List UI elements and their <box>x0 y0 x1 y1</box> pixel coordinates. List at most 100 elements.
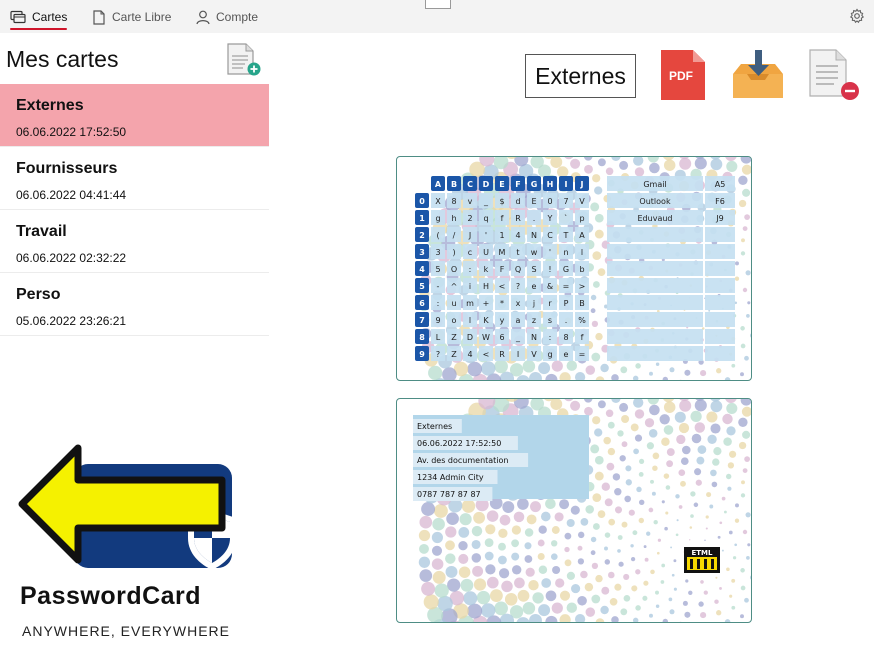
logo-tagline: ANYWHERE, EVERYWHERE <box>22 623 230 639</box>
pdf-label: PDF <box>669 69 693 83</box>
gear-icon[interactable] <box>849 8 865 24</box>
card-item-date: 05.06.2022 23:26:21 <box>16 314 127 328</box>
grid-cell-char: w <box>531 248 538 257</box>
entry-name-cell <box>607 329 703 344</box>
grid-cell-char: k <box>484 265 489 274</box>
grid-cell-char: Q <box>515 265 521 274</box>
column-header-label: G <box>531 180 538 189</box>
grid-cell-char: J <box>468 231 471 240</box>
grid-cell-char: P <box>564 299 569 308</box>
grid-cell-char: F <box>500 265 505 274</box>
download-tray-icon[interactable] <box>731 48 785 102</box>
grid-cell-char: E <box>531 197 536 206</box>
grid-cell-char: e <box>532 282 537 291</box>
grid-cell-char: j <box>532 299 535 308</box>
grid-cell-char: U <box>483 248 489 257</box>
document-remove-icon[interactable] <box>808 48 860 102</box>
etml-label: ETML <box>692 549 714 557</box>
grid-cell-char: Z <box>451 350 457 359</box>
grid-cell-char: ? <box>436 350 440 359</box>
row-header-label: 2 <box>419 231 425 240</box>
card-name-field[interactable]: Externes <box>525 54 636 98</box>
grid-cell-char: % <box>578 316 586 325</box>
tab-compte-label: Compte <box>216 10 259 24</box>
grid-cell-char: Z <box>451 333 457 342</box>
row-header-label: 3 <box>419 248 425 257</box>
card-item-name: Externes <box>16 97 84 114</box>
grid-cell-char: : <box>469 265 472 274</box>
grid-cell-char: T <box>563 231 569 240</box>
card-front-preview: A B C D E F G H I J 0 X 8 v _ $ d E 0 7 V 1 g h 2 q f R. Y ` p 2(/ J ' 1 4 N… <box>396 156 752 381</box>
entry-code-cell <box>705 278 735 293</box>
grid-cell-char: N <box>531 333 537 342</box>
grid-cell-char: G <box>563 265 569 274</box>
grid-cell-char: $ <box>499 197 504 206</box>
entry-name-cell <box>607 312 703 327</box>
grid-cell-char: m <box>466 299 474 308</box>
window-grip-handle[interactable] <box>425 0 451 9</box>
grid-cell-char: N <box>531 231 537 240</box>
grid-cell-char: < <box>499 282 506 291</box>
document-add-icon[interactable] <box>226 42 262 78</box>
grid-cell-char: x <box>516 299 521 308</box>
row-header-label: 9 <box>419 350 425 359</box>
grid-cell-char: q <box>483 214 488 223</box>
grid-cell-char: t <box>516 248 519 257</box>
entry-code: F6 <box>715 197 725 206</box>
grid-cell-char: f <box>581 333 584 342</box>
grid-cell-char: ' <box>549 248 551 257</box>
entry-name-cell <box>607 346 703 361</box>
row-header-label: 6 <box>419 299 425 308</box>
grid-cell-char: 2 <box>467 214 472 223</box>
grid-cell-char: ^ <box>451 282 458 291</box>
grid-cell-char: - <box>437 282 440 291</box>
grid-cell-char: L <box>436 333 441 342</box>
grid-cell-char: . <box>533 214 536 223</box>
grid-cell-char: i <box>469 282 471 291</box>
grid-cell-char: d <box>515 197 520 206</box>
grid-cell-char: b <box>579 265 584 274</box>
grid-cell-char: 8 <box>563 333 568 342</box>
grid-cell-char: y <box>500 316 505 325</box>
grid-cell-char: 8 <box>451 197 456 206</box>
card-back-preview: Externes 06.06.2022 17:52:50 Av. des docum… <box>396 398 752 623</box>
card-item-date: 06.06.2022 02:32:22 <box>16 251 127 265</box>
grid-cell-char: M <box>499 248 506 257</box>
entry-code-cell <box>705 295 735 310</box>
grid-cell-char: : <box>437 299 440 308</box>
tab-carte-libre[interactable]: Carte Libre <box>92 6 171 28</box>
pdf-icon[interactable]: PDF <box>659 48 707 102</box>
row-header-label: 0 <box>419 197 425 206</box>
grid-cell-char: c <box>468 248 472 257</box>
entry-code-cell <box>705 244 735 259</box>
grid-cell-char: C <box>547 231 553 240</box>
list-item-fournisseurs[interactable]: Fournisseurs 06.06.2022 04:41:44 <box>0 147 269 210</box>
grid-cell-char: = <box>579 350 586 359</box>
grid-cell-char: u <box>451 299 456 308</box>
grid-cell-char: g <box>435 214 440 223</box>
column-header-label: C <box>467 180 473 189</box>
grid-cell-char: 5 <box>435 265 440 274</box>
entry-code: A5 <box>715 180 726 189</box>
grid-cell-char: z <box>532 316 536 325</box>
list-item-externes[interactable]: Externes 06.06.2022 17:52:50 <box>0 84 269 147</box>
tab-compte[interactable]: Compte <box>196 6 258 28</box>
grid-cell-char: A <box>579 231 585 240</box>
grid-cell-char: v <box>468 197 473 206</box>
list-item-perso[interactable]: Perso 05.06.2022 23:26:21 <box>0 273 269 336</box>
info-line: 0787 787 87 87 <box>417 490 481 499</box>
top-nav-bar: Cartes Carte Libre Compte <box>0 0 874 33</box>
card-front-grid: A B C D E F G H I J0 X 8 v _ $ d E 0 7 V1 g h 2 q f R. Y ` p2(/ J ' 1 4 N… <box>415 157 751 380</box>
grid-cell-char: V <box>531 350 537 359</box>
grid-cell-char: h <box>451 214 456 223</box>
column-header-label: A <box>435 180 442 189</box>
grid-cell-char: 6 <box>499 333 504 342</box>
grid-cell-char: o <box>452 316 457 325</box>
row-header-label: 7 <box>419 316 425 325</box>
grid-cell-char: K <box>483 316 489 325</box>
card-item-name: Perso <box>16 286 61 303</box>
tab-cartes[interactable]: Cartes <box>10 6 68 30</box>
grid-cell-char: O <box>451 265 457 274</box>
grid-cell-char: & <box>547 282 553 291</box>
list-item-travail[interactable]: Travail 06.06.2022 02:32:22 <box>0 210 269 273</box>
